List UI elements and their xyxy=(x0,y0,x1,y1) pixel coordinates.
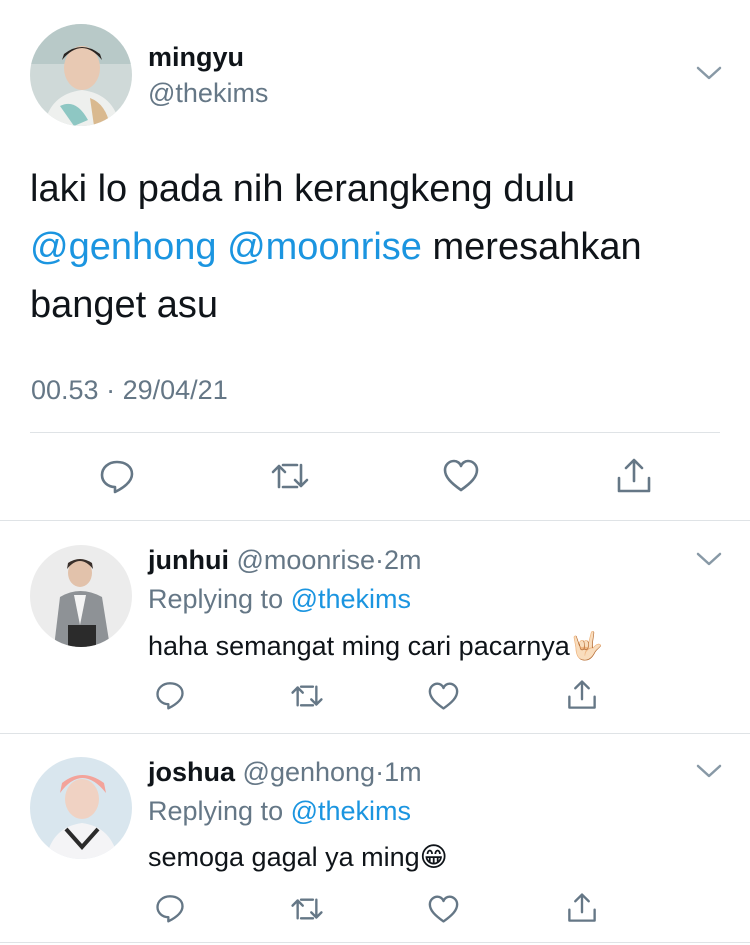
time: 00.53 xyxy=(31,375,99,405)
divider xyxy=(0,942,750,943)
handle[interactable]: @thekims xyxy=(148,78,268,109)
tweet-text-line: laki lo pada nih kerangkeng dulu xyxy=(30,168,576,210)
replying-to: Replying to @thekims xyxy=(148,796,411,827)
avatar[interactable] xyxy=(30,545,132,647)
reply-text-content: semoga gagal ya ming xyxy=(148,842,420,872)
tweet-text-fragment: meresahkan xyxy=(432,226,642,268)
divider xyxy=(30,432,720,433)
retweet-icon[interactable] xyxy=(290,682,324,710)
reply-text-content: haha semangat ming cari pacarnya xyxy=(148,631,570,661)
tweet-text: laki lo pada nih kerangkeng dulu @genhon… xyxy=(30,160,730,334)
display-name[interactable]: mingyu xyxy=(148,42,244,73)
mention-link[interactable]: @genhong xyxy=(30,226,217,268)
retweet-icon[interactable] xyxy=(290,895,324,923)
separator: · xyxy=(106,375,116,405)
reply-text: haha semangat ming cari pacarnya🤟🏻 xyxy=(148,630,603,662)
like-icon[interactable] xyxy=(428,895,459,924)
divider xyxy=(0,520,750,521)
reply-text: semoga gagal ya ming😁 xyxy=(148,842,448,873)
handle[interactable]: @moonrise xyxy=(237,545,375,575)
rock-hand-emoji: 🤟🏻 xyxy=(569,631,604,661)
share-icon[interactable] xyxy=(615,457,653,495)
share-icon[interactable] xyxy=(566,679,598,711)
tweet-text-line: banget asu xyxy=(30,284,219,326)
mention-link[interactable]: @moonrise xyxy=(227,226,422,268)
chevron-down-icon[interactable] xyxy=(695,550,723,573)
reply-icon[interactable] xyxy=(155,893,185,923)
mention-link[interactable]: @thekims xyxy=(291,796,411,826)
separator: · xyxy=(374,545,384,575)
like-icon[interactable] xyxy=(443,459,479,493)
display-name[interactable]: joshua xyxy=(148,757,235,787)
chevron-down-icon[interactable] xyxy=(695,64,723,87)
reply-icon[interactable] xyxy=(155,680,185,710)
retweet-icon[interactable] xyxy=(270,460,310,492)
tweet-timestamp[interactable]: 00.53 · 29/04/21 xyxy=(31,375,228,406)
like-icon[interactable] xyxy=(428,682,459,711)
reply-age[interactable]: 2m xyxy=(384,545,422,575)
reply-age[interactable]: 1m xyxy=(384,757,422,787)
grin-emoji: 😁 xyxy=(419,842,448,872)
replying-prefix: Replying to xyxy=(148,796,284,826)
reply-header: junhui @moonrise·2m xyxy=(148,545,421,576)
replying-prefix: Replying to xyxy=(148,584,284,614)
divider xyxy=(0,733,750,734)
share-icon[interactable] xyxy=(566,892,598,924)
separator: · xyxy=(375,757,385,787)
replying-to: Replying to @thekims xyxy=(148,584,411,615)
mention-link[interactable]: @thekims xyxy=(291,584,411,614)
reply-header: joshua @genhong·1m xyxy=(148,757,422,788)
tweet-text-line: @genhong @moonrise meresahkan xyxy=(30,218,730,276)
avatar[interactable] xyxy=(30,24,132,126)
chevron-down-icon[interactable] xyxy=(695,762,723,785)
display-name[interactable]: junhui xyxy=(148,545,229,575)
avatar[interactable] xyxy=(30,757,132,859)
date: 29/04/21 xyxy=(122,375,228,405)
handle[interactable]: @genhong xyxy=(243,757,376,787)
reply-icon[interactable] xyxy=(99,458,135,494)
